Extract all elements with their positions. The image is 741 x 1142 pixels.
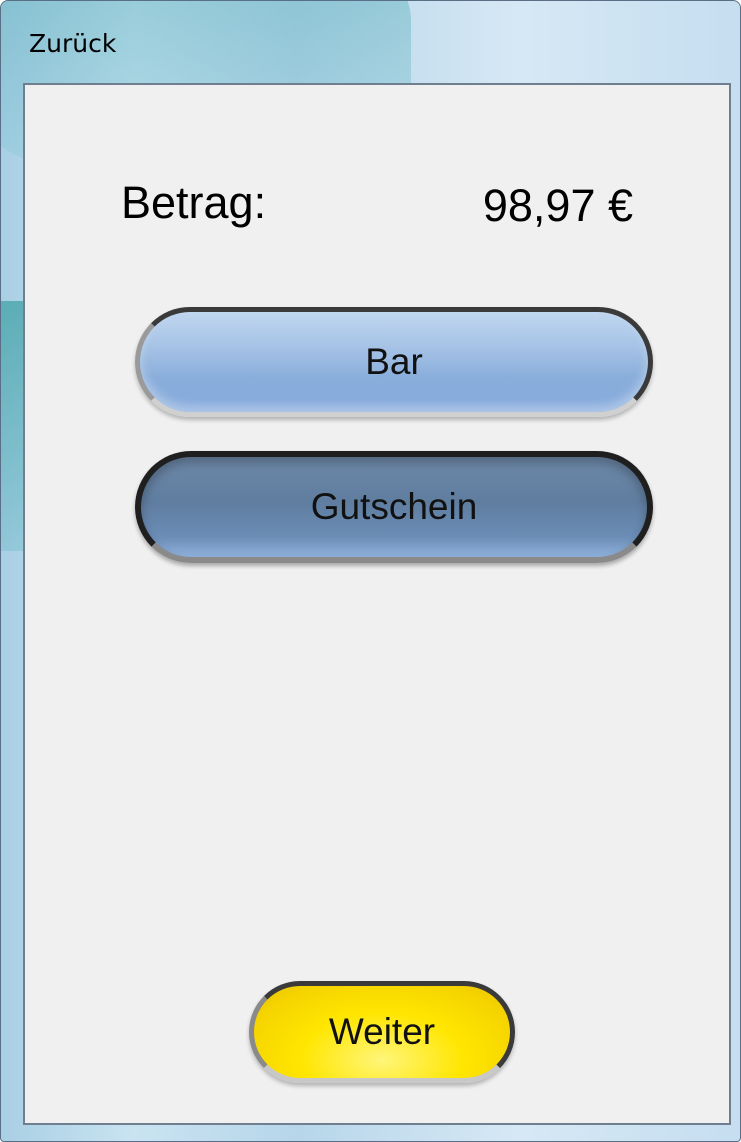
cash-button-label: Bar — [365, 341, 423, 382]
cash-button[interactable]: Bar — [135, 307, 653, 417]
next-button[interactable]: Weiter — [249, 981, 515, 1083]
amount-label: Betrag: — [121, 177, 267, 228]
amount-value: 98,97 € — [482, 180, 633, 231]
title-bar[interactable]: Zurück — [1, 1, 740, 81]
client-area: Betrag: 98,97 € Bar Gutschein Weiter — [23, 83, 731, 1125]
payment-window: Zurück Betrag: 98,97 € Bar Gutschein Wei… — [0, 0, 741, 1142]
window-glass-stripe — [1, 301, 23, 551]
voucher-button-label: Gutschein — [310, 486, 478, 527]
voucher-button[interactable]: Gutschein — [135, 451, 653, 563]
next-button-label: Weiter — [328, 1011, 436, 1052]
window-title: Zurück — [29, 29, 117, 58]
